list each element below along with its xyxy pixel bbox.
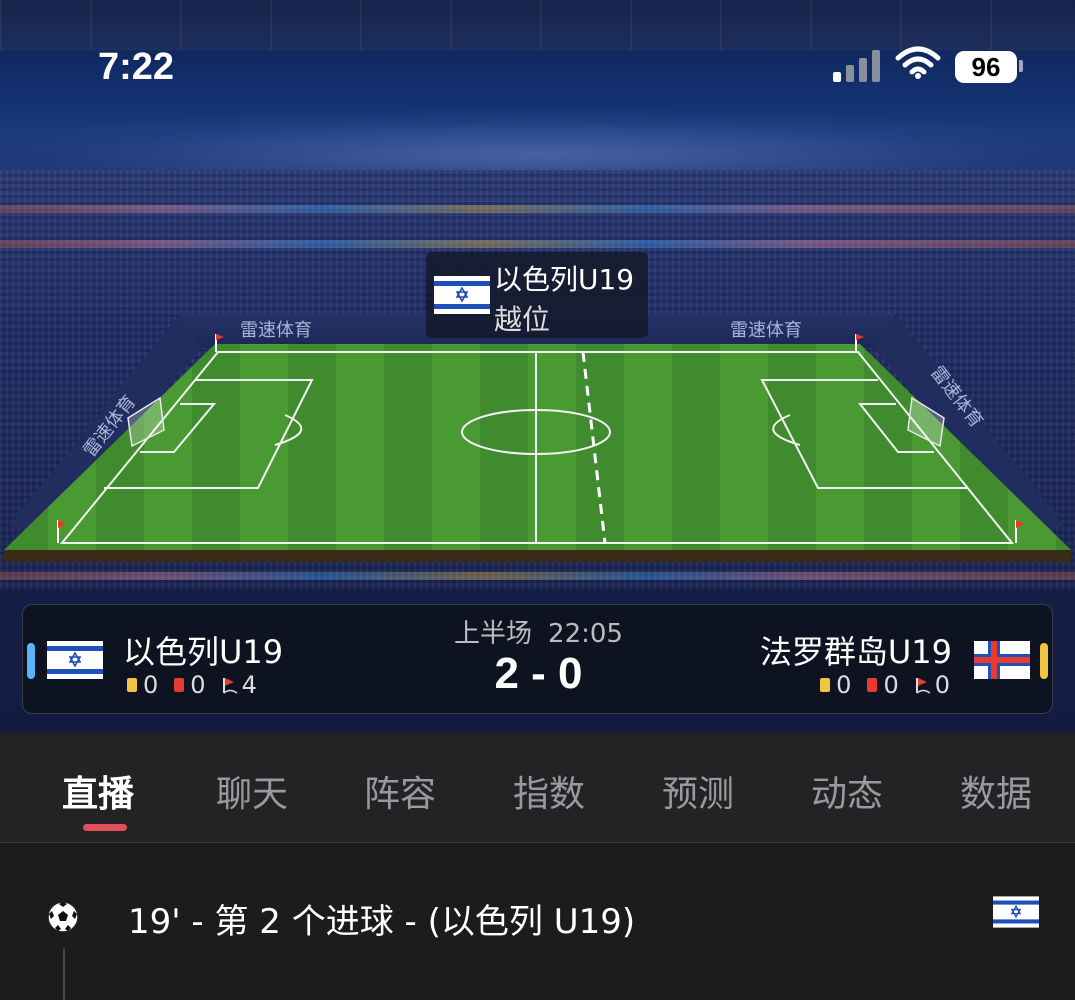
tooltip-event-type: 越位	[494, 303, 551, 336]
tab-odds[interactable]: 指数	[513, 765, 585, 817]
pitch: 雷速体育 雷速体育 雷速体育 雷速体育	[4, 314, 1071, 562]
match-clock: 22:05	[548, 619, 623, 649]
score-panel: 以色列U19 0 0 4 上半场 22:05 2 - 0 法罗群岛U19 0 0 …	[22, 604, 1053, 714]
red-card-icon	[867, 678, 878, 692]
away-red-cards: 0	[883, 671, 899, 699]
corner-flag-icon	[915, 678, 931, 694]
wifi-icon	[895, 46, 941, 79]
status-bar: 7:22 96	[0, 38, 1075, 98]
away-team-stats: 0 0 0	[820, 671, 950, 699]
sponsor-text-right: 雷速体育	[730, 320, 802, 341]
tab-chat[interactable]: 聊天	[216, 765, 288, 817]
israel-flag-icon	[434, 276, 490, 314]
soccer-ball-icon	[47, 901, 79, 933]
timeline-line	[63, 948, 65, 1000]
tab-bar: 直播 聊天 阵容 指数 预测 动态 数据	[0, 733, 1075, 843]
away-corners: 0	[934, 671, 950, 699]
battery-icon: 96	[955, 51, 1017, 83]
live-feed: 19' - 第 2 个进球 - (以色列 U19)	[0, 844, 1075, 1000]
away-team-name[interactable]: 法罗群岛U19	[760, 627, 952, 673]
tab-news[interactable]: 动态	[811, 765, 883, 817]
faroe-islands-flag-icon	[974, 641, 1030, 679]
signal-icon	[833, 48, 881, 82]
feed-event-text: 19' - 第 2 个进球 - (以色列 U19)	[128, 902, 636, 942]
active-tab-indicator	[83, 824, 127, 831]
israel-flag-icon	[993, 896, 1039, 928]
status-time: 7:22	[98, 46, 175, 88]
tab-live[interactable]: 直播	[62, 765, 134, 817]
away-team-color-bar	[1040, 643, 1048, 679]
tab-lineup[interactable]: 阵容	[364, 765, 436, 817]
sponsor-text-left: 雷速体育	[240, 320, 312, 341]
yellow-card-icon	[820, 678, 831, 692]
tooltip-team-name: 以色列U19	[494, 263, 635, 296]
tab-stats[interactable]: 数据	[960, 765, 1032, 817]
event-tooltip: 以色列U19 越位	[426, 252, 648, 338]
tab-prediction[interactable]: 预测	[662, 765, 734, 817]
away-yellow-cards: 0	[836, 671, 852, 699]
period-label: 上半场	[454, 619, 533, 649]
